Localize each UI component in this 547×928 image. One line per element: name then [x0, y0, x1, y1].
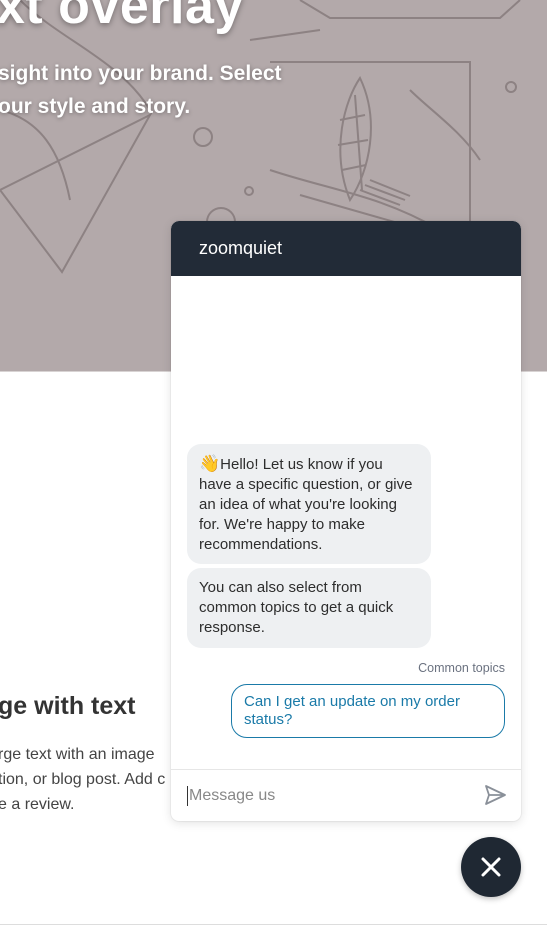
chat-message-text: You can also select from common topics t…	[199, 579, 394, 636]
waving-hand-icon: 👋	[199, 454, 221, 473]
hero-subtitle-line: sight into your brand. Select	[0, 62, 282, 85]
chat-message-text: Hello! Let us know if you have a specifi…	[199, 456, 413, 553]
chat-message-bubble: You can also select from common topics t…	[187, 568, 431, 648]
common-topics-label: Common topics	[418, 661, 505, 675]
chat-message-bubble: 👋Hello! Let us know if you have a specif…	[187, 444, 431, 564]
message-input[interactable]	[187, 785, 471, 806]
send-button[interactable]	[483, 783, 507, 807]
close-chat-button[interactable]	[461, 837, 521, 897]
chat-widget: zoomquiet 👋Hello! Let us know if you hav…	[171, 221, 521, 821]
chat-composer	[171, 769, 521, 821]
chat-header: zoomquiet	[171, 221, 521, 276]
divider	[0, 924, 547, 925]
topic-order-status-button[interactable]: Can I get an update on my order status?	[231, 684, 505, 738]
chat-messages: 👋Hello! Let us know if you have a specif…	[171, 276, 521, 770]
send-icon	[485, 785, 506, 805]
hero-subtitle-line: our style and story.	[0, 95, 191, 118]
close-icon	[481, 857, 501, 877]
page: xt overlay sight into your brand. Select…	[0, 0, 547, 928]
hero-title: xt overlay	[0, 0, 244, 35]
chat-header-title: zoomquiet	[199, 238, 283, 258]
section-title: ge with text	[0, 692, 136, 720]
